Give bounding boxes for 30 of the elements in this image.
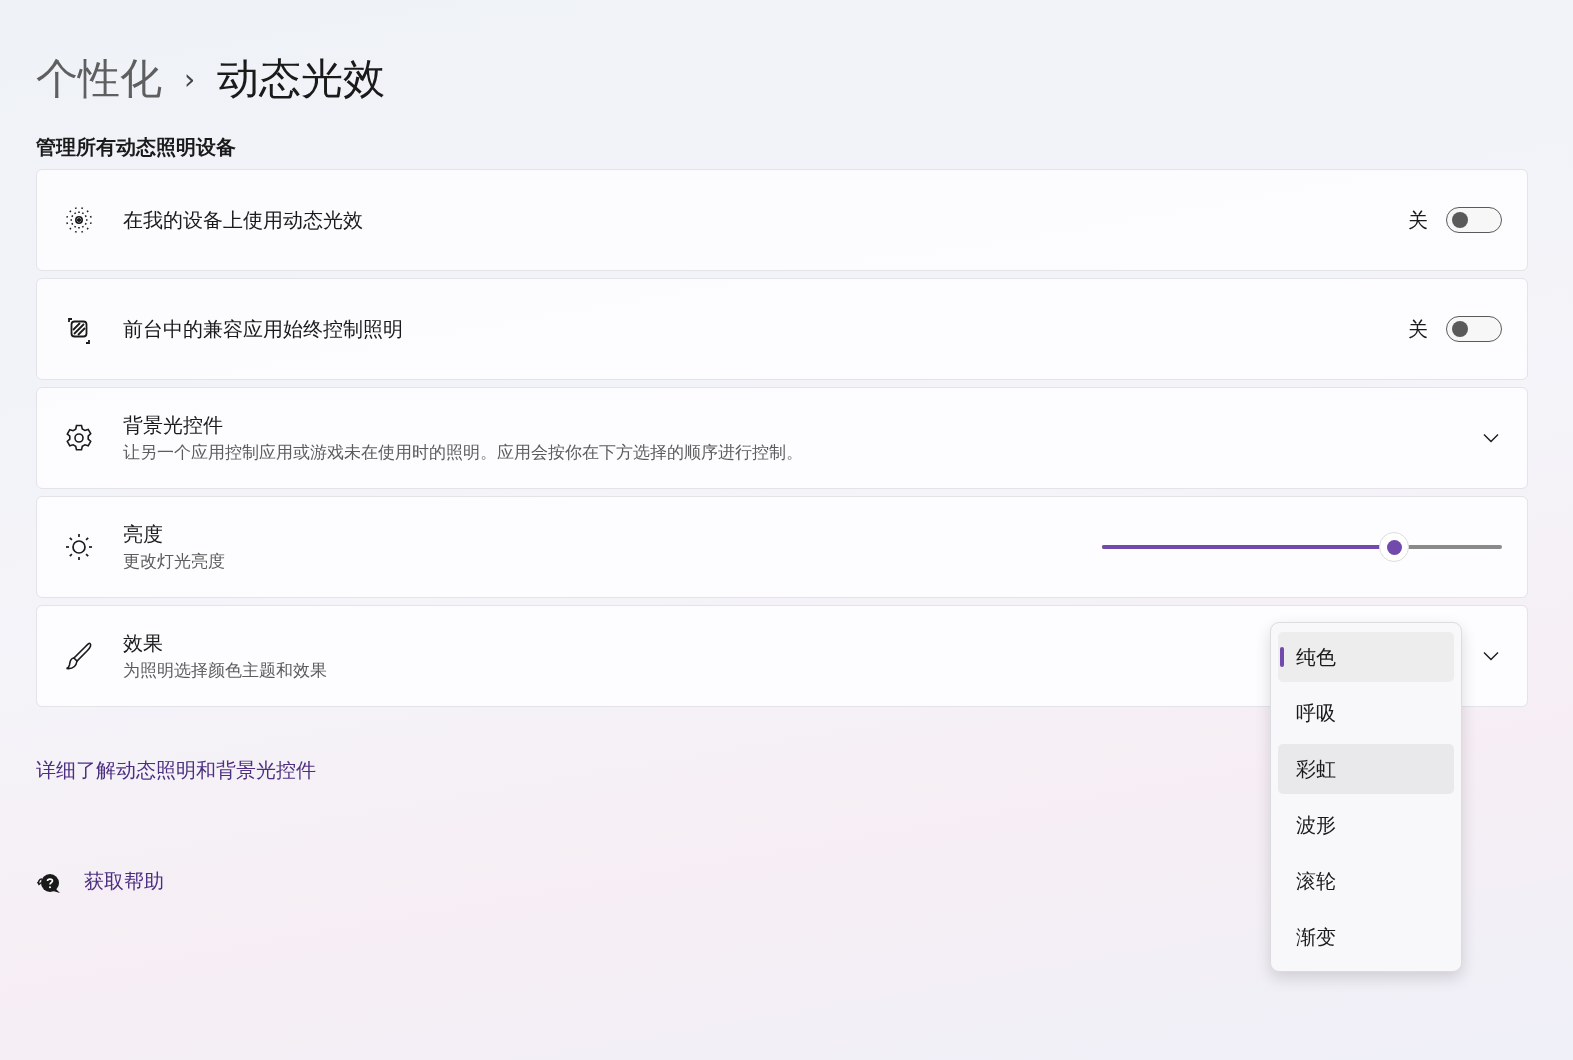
- toggle-state-label: 关: [1408, 206, 1428, 234]
- light-burst-icon: [63, 204, 95, 236]
- get-help-link[interactable]: 获取帮助: [84, 868, 164, 895]
- menu-option[interactable]: 滚轮: [1278, 856, 1454, 906]
- page-title: 动态光效: [217, 53, 386, 105]
- setting-description: 为照明选择颜色主题和效果: [123, 659, 328, 682]
- settings-icon: [63, 422, 95, 454]
- toggle-state-label: 关: [1408, 315, 1428, 343]
- setting-description: 更改灯光亮度: [123, 550, 226, 573]
- setting-title: 亮度: [123, 521, 164, 548]
- setting-title: 背景光控件: [123, 412, 224, 439]
- toggle-switch[interactable]: [1446, 207, 1502, 233]
- toggle-switch[interactable]: [1446, 316, 1502, 342]
- menu-option[interactable]: 渐变: [1278, 912, 1454, 962]
- section-title: 管理所有动态照明设备: [36, 134, 237, 161]
- breadcrumb-separator: ›: [184, 62, 196, 96]
- setting-title: 前台中的兼容应用始终控制照明: [123, 315, 404, 343]
- setting-title: 在我的设备上使用动态光效: [123, 206, 364, 234]
- menu-option[interactable]: 彩虹: [1278, 744, 1454, 794]
- learn-more-link[interactable]: 详细了解动态照明和背景光控件: [36, 757, 316, 784]
- breadcrumb-parent[interactable]: 个性化: [36, 51, 162, 107]
- slider-thumb[interactable]: [1379, 532, 1409, 562]
- menu-option[interactable]: 波形: [1278, 800, 1454, 850]
- chevron-down-icon[interactable]: [1483, 433, 1499, 443]
- sun-icon: [63, 531, 95, 563]
- setting-description: 让另一个应用控制应用或游戏未在使用时的照明。应用会按你在下方选择的顺序进行控制。: [123, 441, 804, 464]
- menu-option[interactable]: 呼吸: [1278, 688, 1454, 738]
- setting-title: 效果: [123, 630, 164, 657]
- chevron-down-icon[interactable]: [1483, 651, 1499, 661]
- menu-option[interactable]: 纯色: [1278, 632, 1454, 682]
